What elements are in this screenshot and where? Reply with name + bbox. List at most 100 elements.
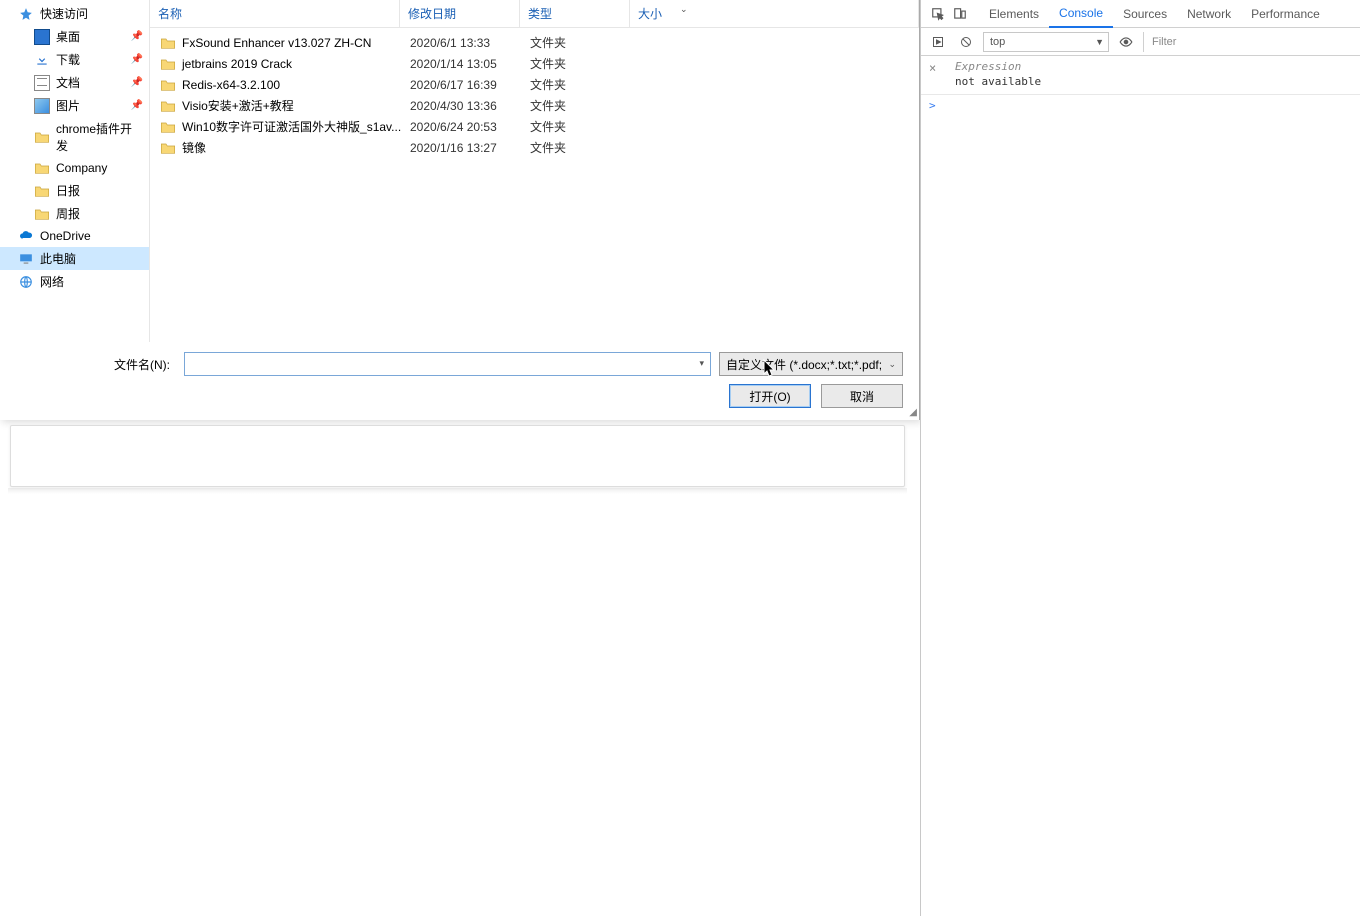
file-rows: FxSound Enhancer v13.027 ZH-CN 2020/6/1 1… bbox=[150, 28, 919, 342]
file-name: Win10数字许可证激活国外大神版_s1av... bbox=[182, 118, 401, 135]
file-date: 2020/1/16 13:27 bbox=[410, 141, 530, 155]
tab-label: Performance bbox=[1251, 7, 1320, 21]
devtools-tabs: Elements Console Sources Network Perform… bbox=[921, 0, 1360, 28]
desktop-icon bbox=[34, 29, 50, 45]
console-toolbar: top ▼ Filter bbox=[921, 28, 1360, 56]
button-label: 取消 bbox=[850, 388, 874, 405]
tab-label: Sources bbox=[1123, 7, 1167, 21]
sidebar-label: 网络 bbox=[40, 273, 64, 290]
sidebar-company[interactable]: Company bbox=[0, 157, 149, 179]
clear-icon[interactable] bbox=[955, 31, 977, 53]
folder-icon bbox=[160, 120, 176, 134]
network-icon bbox=[18, 274, 34, 290]
file-open-dialog: 快速访问 桌面 📌 下载 📌 文档 📌 bbox=[0, 0, 920, 420]
col-label: 大小 bbox=[638, 5, 662, 22]
tab-label: Elements bbox=[989, 7, 1039, 21]
tab-label: Console bbox=[1059, 6, 1103, 20]
tab-console[interactable]: Console bbox=[1049, 1, 1113, 28]
file-row[interactable]: Visio安装+激活+教程 2020/4/30 13:36文件夹 bbox=[150, 95, 919, 116]
file-type: 文件夹 bbox=[530, 97, 640, 114]
folder-icon bbox=[160, 141, 176, 155]
file-date: 2020/4/30 13:36 bbox=[410, 99, 530, 113]
sidebar-label: Company bbox=[56, 161, 107, 175]
context-select[interactable]: top ▼ bbox=[983, 32, 1109, 52]
sidebar-label: OneDrive bbox=[40, 229, 91, 243]
tab-sources[interactable]: Sources bbox=[1113, 0, 1177, 27]
sidebar-network[interactable]: 网络 bbox=[0, 270, 149, 293]
file-date: 2020/6/24 20:53 bbox=[410, 120, 530, 134]
tab-performance[interactable]: Performance bbox=[1241, 0, 1330, 27]
col-type[interactable]: 类型 bbox=[520, 0, 630, 27]
navigation-sidebar: 快速访问 桌面 📌 下载 📌 文档 📌 bbox=[0, 0, 150, 342]
sidebar-desktop[interactable]: 桌面 📌 bbox=[0, 25, 149, 48]
cancel-button[interactable]: 取消 bbox=[821, 384, 903, 408]
sidebar-label: chrome插件开发 bbox=[56, 120, 143, 154]
file-date: 2020/6/1 13:33 bbox=[410, 36, 530, 50]
file-name: Redis-x64-3.2.100 bbox=[182, 78, 280, 92]
sidebar-label: 日报 bbox=[56, 182, 80, 199]
context-label: top bbox=[990, 36, 1005, 48]
play-icon[interactable] bbox=[927, 31, 949, 53]
folder-icon bbox=[34, 160, 50, 176]
filetype-text: 自定义文件 (*.docx;*.txt;*.pdf; bbox=[726, 356, 884, 373]
chevron-down-icon: ⌄ bbox=[680, 4, 688, 15]
folder-icon bbox=[34, 206, 50, 222]
file-type: 文件夹 bbox=[530, 139, 640, 156]
prompt-char: > bbox=[929, 99, 936, 112]
button-label: 打开(O) bbox=[749, 388, 790, 405]
sidebar-label: 此电脑 bbox=[40, 250, 76, 267]
eye-icon[interactable] bbox=[1115, 31, 1137, 53]
file-name: Visio安装+激活+教程 bbox=[182, 97, 294, 114]
file-row[interactable]: Win10数字许可证激活国外大神版_s1av... 2020/6/24 20:53… bbox=[150, 116, 919, 137]
pc-icon bbox=[18, 251, 34, 267]
folder-icon bbox=[34, 183, 50, 199]
file-date: 2020/1/14 13:05 bbox=[410, 57, 530, 71]
filter-placeholder: Filter bbox=[1152, 36, 1176, 48]
watch-value-text: not available bbox=[955, 75, 1352, 88]
resize-grip-icon[interactable]: ◢ bbox=[909, 407, 917, 418]
file-date: 2020/6/17 16:39 bbox=[410, 78, 530, 92]
filetype-select[interactable]: 自定义文件 (*.docx;*.txt;*.pdf; ⌄ bbox=[719, 352, 903, 376]
open-button[interactable]: 打开(O) bbox=[729, 384, 811, 408]
sidebar-label: 周报 bbox=[56, 205, 80, 222]
sidebar-label: 快速访问 bbox=[40, 5, 88, 22]
file-type: 文件夹 bbox=[530, 76, 640, 93]
watch-expression[interactable]: × Expression not available bbox=[921, 56, 1360, 95]
pictures-icon bbox=[34, 98, 50, 114]
device-toggle-icon[interactable] bbox=[949, 3, 971, 25]
file-row[interactable]: FxSound Enhancer v13.027 ZH-CN 2020/6/1 1… bbox=[150, 32, 919, 53]
filename-input[interactable] bbox=[184, 352, 711, 376]
file-row[interactable]: jetbrains 2019 Crack2020/1/14 13:05文件夹 bbox=[150, 53, 919, 74]
filter-input[interactable]: Filter bbox=[1143, 32, 1360, 52]
file-name: jetbrains 2019 Crack bbox=[182, 57, 292, 71]
file-row[interactable]: 镜像 2020/1/16 13:27文件夹 bbox=[150, 137, 919, 158]
devtools-panel: Elements Console Sources Network Perform… bbox=[920, 0, 1360, 916]
sidebar-pictures[interactable]: 图片 📌 bbox=[0, 94, 149, 117]
col-name[interactable]: 名称 bbox=[150, 0, 400, 27]
folder-icon bbox=[160, 99, 176, 113]
console-prompt[interactable]: > bbox=[921, 95, 1360, 116]
tab-elements[interactable]: Elements bbox=[979, 0, 1049, 27]
file-name: FxSound Enhancer v13.027 ZH-CN bbox=[182, 36, 371, 50]
file-name: 镜像 bbox=[182, 139, 206, 156]
col-date[interactable]: 修改日期 bbox=[400, 0, 520, 27]
col-size[interactable]: 大小 ⌄ bbox=[630, 0, 919, 27]
sidebar-daily[interactable]: 日报 bbox=[0, 179, 149, 202]
sidebar-onedrive[interactable]: OneDrive bbox=[0, 225, 149, 247]
sidebar-quick-access[interactable]: 快速访问 bbox=[0, 2, 149, 25]
sidebar-weekly[interactable]: 周报 bbox=[0, 202, 149, 225]
tab-network[interactable]: Network bbox=[1177, 0, 1241, 27]
sidebar-chrome-dev[interactable]: chrome插件开发 bbox=[0, 117, 149, 157]
sidebar-documents[interactable]: 文档 📌 bbox=[0, 71, 149, 94]
file-list-area: 名称 修改日期 类型 大小 ⌄ FxSound Enhancer v13.027 … bbox=[150, 0, 919, 342]
page-shadow bbox=[8, 488, 907, 494]
page-background-card bbox=[10, 425, 905, 487]
download-icon bbox=[34, 52, 50, 68]
star-icon bbox=[18, 6, 34, 22]
close-icon[interactable]: × bbox=[929, 61, 936, 75]
sidebar-this-pc[interactable]: 此电脑 bbox=[0, 247, 149, 270]
sidebar-downloads[interactable]: 下载 📌 bbox=[0, 48, 149, 71]
folder-icon bbox=[160, 78, 176, 92]
file-row[interactable]: Redis-x64-3.2.100 2020/6/17 16:39文件夹 bbox=[150, 74, 919, 95]
inspect-icon[interactable] bbox=[927, 3, 949, 25]
